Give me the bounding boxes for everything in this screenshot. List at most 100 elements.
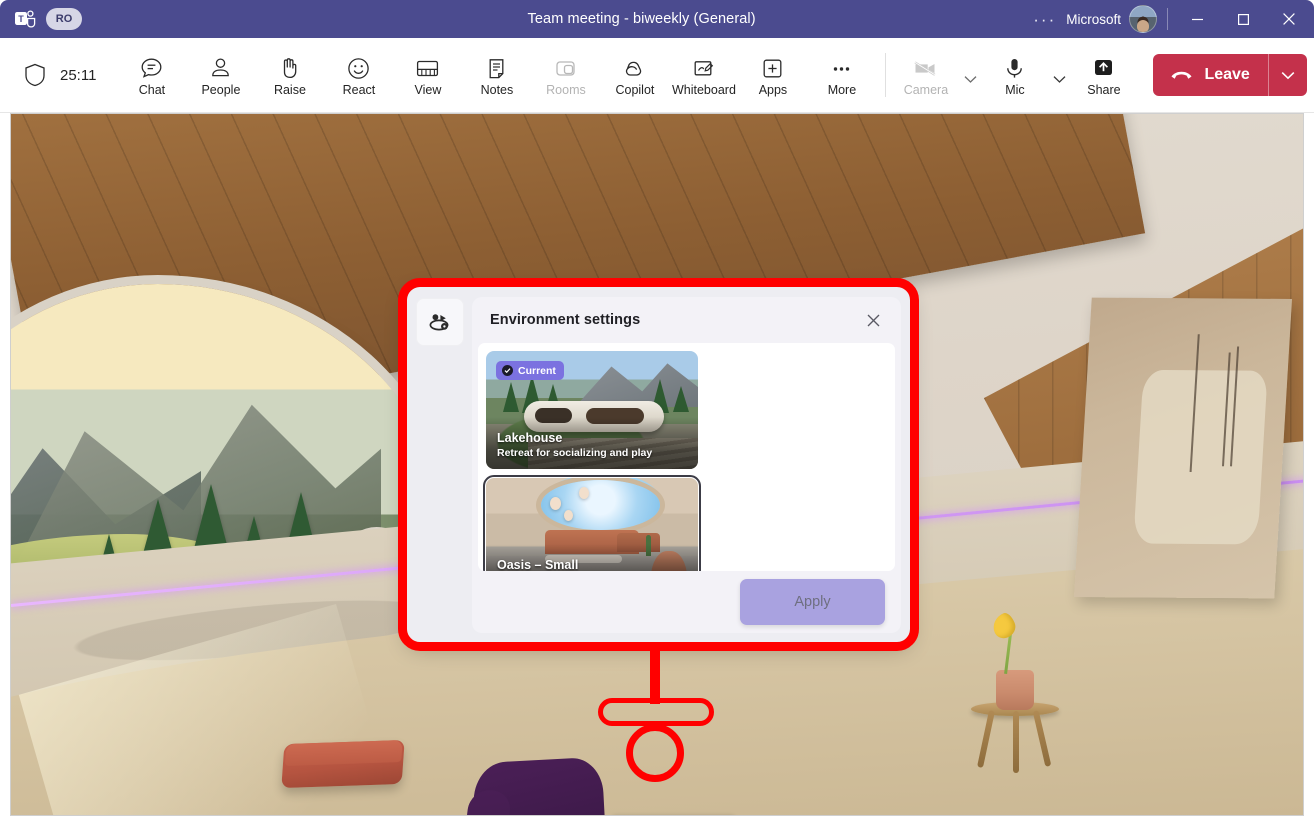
title-bar-left: T RO: [0, 8, 260, 30]
teams-logo-icon: T: [14, 8, 36, 30]
more-ellipsis-icon: [829, 54, 854, 81]
environment-card-oasis-small[interactable]: Oasis – Small Meeting space for small gr…: [486, 478, 698, 571]
toolbar-chat-button[interactable]: Chat: [118, 44, 185, 106]
meeting-timer: 25:11: [60, 67, 96, 84]
dialog-panel: Environment settings: [472, 297, 901, 633]
card-text: Lakehouse Retreat for socializing and pl…: [497, 431, 688, 460]
dialog-footer: Apply: [472, 571, 901, 633]
dialog-title: Environment settings: [490, 312, 640, 328]
people-icon: [208, 54, 233, 81]
notes-icon: [484, 54, 509, 81]
toolbar-right-controls: Camera Mic: [875, 44, 1314, 106]
user-initials-badge[interactable]: RO: [46, 8, 82, 30]
toolbar-notes-label: Notes: [481, 84, 514, 97]
camera-label: Camera: [904, 84, 948, 97]
toolbar-items: Chat People Raise React: [118, 44, 875, 106]
toolbar-view-label: View: [415, 84, 442, 97]
toolbar-copilot-button[interactable]: Copilot: [601, 44, 668, 106]
account-name[interactable]: Microsoft: [1066, 12, 1129, 27]
immersive-tooltip: Environment settings: [611, 815, 736, 816]
wall-artwork: [1074, 298, 1292, 599]
dialog-header: Environment settings: [472, 297, 901, 343]
toolbar-apps-label: Apps: [759, 84, 788, 97]
toolbar-divider: [885, 53, 886, 97]
current-badge-label: Current: [518, 365, 556, 377]
toolbar-more-button[interactable]: More: [808, 44, 875, 106]
share-label: Share: [1087, 84, 1120, 97]
copilot-icon: [622, 54, 647, 81]
toolbar-apps-button[interactable]: Apps: [739, 44, 806, 106]
toolbar-rooms-label: Rooms: [546, 84, 586, 97]
apply-button[interactable]: Apply: [740, 579, 885, 625]
share-button[interactable]: Share: [1070, 44, 1137, 106]
toolbar-rooms-button[interactable]: Rooms: [532, 44, 599, 106]
chat-icon: [139, 54, 164, 81]
card-title: Lakehouse: [497, 431, 688, 446]
minimize-button[interactable]: [1174, 0, 1220, 38]
toolbar-react-button[interactable]: React: [325, 44, 392, 106]
window-title: Team meeting - biweekly (General): [260, 11, 1023, 27]
card-title: Oasis – Small: [497, 558, 688, 571]
card-text: Oasis – Small Meeting space for small gr…: [497, 558, 688, 571]
check-icon: [502, 365, 513, 376]
annotation-pointer-line: [650, 644, 660, 704]
toolbar-people-button[interactable]: People: [187, 44, 254, 106]
environment-list: Current Lakehouse Retreat for socializin…: [478, 343, 895, 571]
local-avatar-body: [441, 760, 631, 815]
toolbar-raise-label: Raise: [274, 84, 306, 97]
share-up-arrow-icon: [1091, 54, 1116, 81]
toolbar-react-label: React: [343, 84, 376, 97]
leave-chevron-down-icon[interactable]: [1269, 54, 1307, 96]
vase: [996, 670, 1034, 710]
tree-icon: [673, 386, 689, 412]
toolbar-copilot-label: Copilot: [615, 84, 654, 97]
environment-settings-dialog: Environment settings: [407, 287, 910, 642]
mic-control: Mic: [981, 44, 1070, 106]
title-bar: T RO Team meeting - biweekly (General) ·…: [0, 0, 1314, 38]
pendant-lamp-icon: [550, 497, 561, 510]
mic-button[interactable]: Mic: [981, 44, 1048, 106]
meeting-toolbar: 25:11 Chat People Raise: [0, 38, 1314, 113]
environment-card-lakehouse[interactable]: Current Lakehouse Retreat for socializin…: [486, 351, 698, 469]
title-divider: [1167, 8, 1168, 30]
table-leg: [1013, 711, 1019, 773]
teams-window: T RO Team meeting - biweekly (General) ·…: [0, 0, 1314, 826]
react-smiley-icon: [346, 54, 371, 81]
current-badge: Current: [496, 361, 564, 380]
title-overflow-icon[interactable]: ···: [1023, 11, 1066, 28]
environment-settings-dialog-wrapper: Environment settings: [398, 278, 919, 651]
tree-icon: [503, 382, 519, 412]
breakout-rooms-icon: [553, 54, 578, 81]
close-icon[interactable]: [859, 306, 887, 334]
mic-label: Mic: [1005, 84, 1024, 97]
shield-icon: [24, 63, 46, 87]
toolbar-whiteboard-button[interactable]: Whiteboard: [670, 44, 737, 106]
toolbar-notes-button[interactable]: Notes: [463, 44, 530, 106]
toolbar-more-label: More: [828, 84, 856, 97]
close-button[interactable]: [1266, 0, 1312, 38]
leave-meeting-control: Leave: [1153, 54, 1306, 96]
environment-settings-icon[interactable]: [416, 298, 464, 346]
toolbar-chat-label: Chat: [139, 84, 165, 97]
leave-label: Leave: [1204, 66, 1249, 84]
toolbar-people-label: People: [201, 84, 240, 97]
title-bar-right: ··· Microsoft: [1023, 0, 1314, 38]
floor-cushion: [281, 740, 404, 788]
dialog-rail: [407, 287, 472, 642]
camera-off-icon: [912, 54, 940, 81]
camera-chevron-down-icon[interactable]: [959, 47, 981, 103]
camera-control: Camera: [892, 44, 981, 106]
hang-up-icon: [1169, 65, 1194, 86]
whiteboard-icon: [691, 54, 716, 81]
toolbar-raise-button[interactable]: Raise: [256, 44, 323, 106]
card-description: Retreat for socializing and play: [497, 447, 688, 460]
maximize-button[interactable]: [1220, 0, 1266, 38]
apps-plus-icon: [760, 54, 785, 81]
mic-chevron-down-icon[interactable]: [1048, 47, 1070, 103]
view-layout-icon: [415, 54, 440, 81]
leave-button[interactable]: Leave: [1153, 54, 1267, 96]
raise-hand-icon: [277, 54, 302, 81]
camera-button[interactable]: Camera: [892, 44, 959, 106]
toolbar-view-button[interactable]: View: [394, 44, 461, 106]
account-avatar[interactable]: [1129, 5, 1157, 33]
